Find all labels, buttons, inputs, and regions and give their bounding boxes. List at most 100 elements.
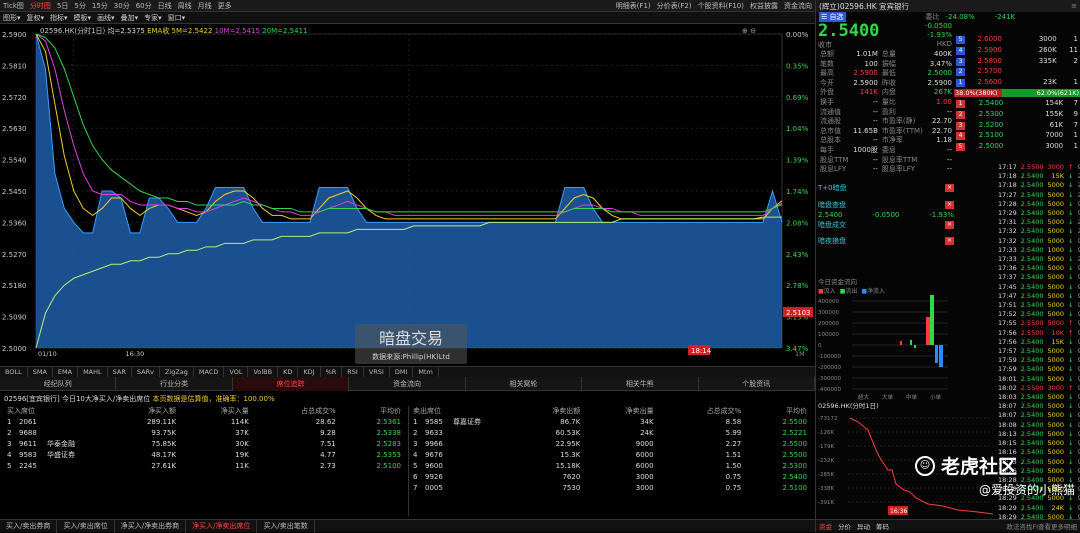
period-tab-7[interactable]: 日线 (155, 0, 175, 12)
toolbar-item-4[interactable]: 画线▾ (94, 12, 118, 24)
sell-header-4[interactable]: 平均价 (744, 406, 810, 417)
sell-header-3[interactable]: 占总成交% (657, 406, 745, 417)
rtab-chip[interactable]: 筹码 (873, 521, 892, 531)
toolbar-item-2[interactable]: 指标▾ (47, 12, 71, 24)
sell-cell (450, 450, 510, 461)
top-link-1[interactable]: 分价表(F2) (654, 0, 695, 12)
period-tab-5[interactable]: 30分 (111, 0, 133, 12)
toolbar-item-5[interactable]: 叠加▾ (118, 12, 142, 24)
buy-header-4[interactable]: 平均价 (339, 406, 404, 417)
top-right-links: 明细表(F1) 分价表(F2) 个股资料(F10) 权益披露 资金流向 (613, 0, 815, 12)
period-tab-1[interactable]: 分时图 (27, 0, 54, 12)
tick-cell: 17:52 (998, 310, 1017, 319)
fund-title: 今日资金流向 (818, 278, 857, 286)
buy-header-0[interactable]: 买入席位 (4, 406, 104, 417)
ask-row[interactable]: 3 2.5800 335K 2 (954, 56, 1080, 67)
sell-header-2[interactable]: 净卖出量 (583, 406, 656, 417)
stat-cell: 2.5000 (927, 69, 953, 78)
x-tick: 01/10 (38, 350, 57, 358)
bid-row[interactable]: 3 2.5200 61K 7 (954, 120, 1080, 131)
table-row[interactable]: 1 9585 尊嘉证券 86.7K 34K 8.58 2.5500 (410, 417, 810, 428)
top-link-2[interactable]: 个股资料(F10) (695, 0, 747, 12)
table-row[interactable]: 4 9676 15.3K 6000 1.51 2.5500 (410, 450, 810, 461)
sell-header-1[interactable]: 净卖出额 (510, 406, 583, 417)
bid-row[interactable]: 1 2.5400 154K 7 (954, 98, 1080, 109)
tick-cell: ↓ (1068, 429, 1074, 438)
period-tab-10[interactable]: 更多 (215, 0, 235, 12)
table-row[interactable]: 3 9611 华泰金融 75.85K 30K 7.51 2.5283 (4, 439, 404, 450)
table-row[interactable]: 5 2245 27.61K 11K 2.73 2.5100 (4, 461, 404, 472)
tick-cell: 2.5400 (1020, 365, 1044, 374)
buy-header-2[interactable]: 净买入量 (179, 406, 252, 417)
table-row[interactable]: 1 2061 289.11K 114K 28.62 2.5361 (4, 417, 404, 428)
table-row[interactable]: 6 9926 7620 3000 0.75 2.5400 (410, 472, 810, 483)
bottom-tab-2[interactable]: 净买入/净卖出券商 (115, 519, 187, 533)
sell-header-0[interactable]: 卖出席位 (410, 406, 510, 417)
ask-row[interactable]: 5 2.6000 3000 1 (954, 34, 1080, 45)
nav-tab-4[interactable]: 相关窝轮 (466, 376, 583, 391)
y-tick-left: 2.5540 (2, 157, 27, 165)
toolbar-item-1[interactable]: 复权▾ (24, 12, 48, 24)
period-tab-2[interactable]: 5日 (54, 0, 71, 12)
bottom-tab-1[interactable]: 买入/卖出席位 (57, 519, 115, 533)
buy-cell: 289.11K (146, 418, 177, 426)
book-cell: 154K (1045, 98, 1064, 107)
intraday-chart[interactable]: 2.5900 0.00% 2.5810 0.35% 2.5720 0.69% 2.5630 1… (0, 24, 815, 366)
stat-row: 总市值 11.65B 市盈率(TTM) 22.70 (818, 127, 954, 137)
period-tab-6[interactable]: 60分 (133, 0, 155, 12)
table-row[interactable]: 2 9688 93.75K 37K 9.28 2.5338 (4, 428, 404, 439)
toolbar-item-7[interactable]: 窗口▾ (165, 12, 189, 24)
tick-cell: 9611 (1077, 245, 1080, 254)
toolbar-item-6[interactable]: 专家▾ (141, 12, 165, 24)
toolbar-item-0[interactable]: 图形▾ (0, 12, 24, 24)
buy-header-1[interactable]: 净买入额 (104, 406, 179, 417)
night-close-icon[interactable]: × (945, 200, 954, 209)
night-trade-close-icon[interactable]: × (945, 220, 954, 229)
menu-icon[interactable]: ≡ (1071, 2, 1077, 10)
top-link-4[interactable]: 资金流向 (781, 0, 815, 12)
bottom-tab-0[interactable]: 买入/卖出券商 (0, 519, 58, 533)
tick-cell: ↑ (1068, 163, 1074, 171)
rtab-fund[interactable]: 资金 (816, 521, 835, 531)
t0-close-icon[interactable]: × (945, 183, 954, 192)
nav-tab-3[interactable]: 资金流向 (349, 376, 466, 391)
tick-cell: ↓ (1068, 227, 1074, 236)
top-link-0[interactable]: 明细表(F1) (613, 0, 654, 12)
bottom-tab-4[interactable]: 买入/卖出笔数 (257, 519, 315, 533)
stat-row: 每手 1000股 委息 -- (818, 146, 954, 156)
nav-tab-5[interactable]: 相关牛熊 (582, 376, 699, 391)
nav-tab-6[interactable]: 个股资讯 (699, 376, 815, 391)
rtab-alert[interactable]: 异动 (854, 521, 873, 531)
ask-row[interactable]: 4 2.5900 260K 11 (954, 45, 1080, 56)
period-tab-8[interactable]: 周线 (175, 0, 195, 12)
table-row[interactable]: 3 9966 22.95K 9000 2.27 2.5500 (410, 439, 810, 450)
nav-tab-2[interactable]: 席位追踪 (232, 376, 350, 391)
zoom-icons[interactable]: ⊕ ⊖ (742, 27, 756, 35)
table-row[interactable]: 5 9600 15.18K 6000 1.50 2.5300 (410, 461, 810, 472)
ask-row[interactable]: 1 2.5600 23K 1 (954, 77, 1080, 88)
stat-cell: -- (946, 107, 952, 116)
bid-row[interactable]: 5 2.5000 3000 1 (954, 141, 1080, 152)
table-row[interactable]: 2 9633 60.53K 24K 5.99 2.5221 (410, 428, 810, 439)
period-tab-3[interactable]: 5分 (71, 0, 88, 12)
rtab-price[interactable]: 分价 (835, 521, 854, 531)
promo-text[interactable]: 政法咨找FI查看更多明细 (1006, 521, 1080, 531)
table-row[interactable]: 4 9583 华盛证券 48.17K 19K 4.77 2.5353 (4, 450, 404, 461)
buy-header-3[interactable]: 占总成交% (252, 406, 339, 417)
nav-tab-1[interactable]: 行业分类 (116, 376, 233, 391)
toolbar-item-3[interactable]: 模板▾ (71, 12, 95, 24)
guard-close-icon[interactable]: × (945, 236, 954, 245)
table-row[interactable]: 7 0005 7530 3000 0.75 2.5100 (410, 483, 810, 494)
bid-row[interactable]: 2 2.5300 155K 9 (954, 109, 1080, 120)
nav-tab-0[interactable]: 经纪队列 (0, 376, 117, 391)
tick-cell: 2061 (1077, 190, 1080, 199)
tick-cell: 9611 (1077, 301, 1080, 310)
bottom-tab-3[interactable]: 净买入/净卖出席位 (186, 519, 258, 533)
period-tab-4[interactable]: 15分 (89, 0, 111, 12)
period-tab-9[interactable]: 月线 (195, 0, 215, 12)
top-link-3[interactable]: 权益披露 (747, 0, 781, 12)
bid-row[interactable]: 4 2.5100 7000 1 (954, 130, 1080, 141)
ask-row[interactable]: 2 2.5700 (954, 66, 1080, 77)
buy-cell: 2 (7, 429, 12, 437)
period-tab-0[interactable]: Tick图 (0, 0, 27, 12)
